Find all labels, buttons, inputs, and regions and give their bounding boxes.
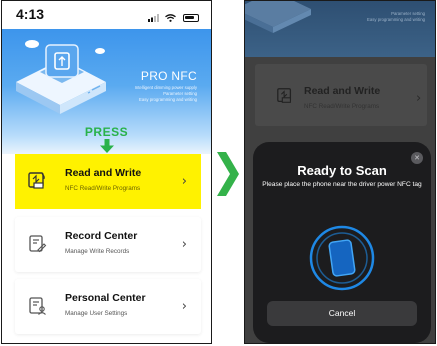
next-step-arrow-icon xyxy=(217,152,239,196)
menu-item-subtitle: Manage User Settings xyxy=(65,310,128,317)
right-phone-screen: Parameter setting Easy programming and w… xyxy=(244,0,436,344)
app-hero-banner: PRO NFC Intelligent dimming power supply… xyxy=(2,29,211,154)
wifi-icon xyxy=(164,13,176,22)
dimmed-menu-subtitle: NFC Read/Write Programs xyxy=(304,103,380,110)
hero-tagline-line: Intelligent dimming power supply xyxy=(134,85,197,90)
scan-sheet-message: Please place the phone near the driver p… xyxy=(262,181,422,188)
tutorial-composite: 4:13 PRO NFC Intelligent dimming power s… xyxy=(0,0,437,346)
chevron-right-icon: › xyxy=(416,91,422,106)
dimmed-menu-title: Read and Write xyxy=(304,85,381,97)
status-icons xyxy=(148,9,199,27)
nfc-device-illustration xyxy=(245,1,311,33)
hero-tagline-line: Easy programming and writing xyxy=(138,97,197,102)
app-title: PRO NFC xyxy=(140,69,197,83)
press-hint-label: PRESS xyxy=(84,125,129,139)
scan-sheet-title: Ready to Scan xyxy=(297,163,387,178)
menu-item-subtitle: Manage Write Records xyxy=(65,248,130,255)
chevron-right-icon: › xyxy=(181,174,187,189)
nfc-read-write-icon xyxy=(28,172,45,189)
chevron-right-icon: › xyxy=(181,299,187,314)
signal-icon xyxy=(148,13,160,22)
menu-item-subtitle: NFC Read/Write Programs xyxy=(65,185,141,192)
chevron-right-icon: › xyxy=(181,237,187,252)
left-phone-screen: 4:13 PRO NFC Intelligent dimming power s… xyxy=(1,0,212,344)
nfc-read-write-icon xyxy=(277,88,292,103)
hero-tagline-line: Easy programming and writing xyxy=(366,17,425,22)
menu-item-title: Personal Center xyxy=(65,292,146,304)
battery-icon xyxy=(183,13,199,22)
phone-scan-icon xyxy=(309,225,375,291)
menu-item-read-write[interactable]: Read and Write NFC Read/Write Programs › xyxy=(15,154,201,209)
menu-item-personal-center[interactable]: Personal Center Manage User Settings › xyxy=(15,279,201,334)
press-down-arrow-icon xyxy=(100,139,114,153)
user-document-icon xyxy=(29,297,46,315)
hero-tagline-line: Parameter setting xyxy=(391,11,425,16)
cancel-button[interactable]: Cancel xyxy=(267,301,417,326)
menu-item-record-center[interactable]: Record Center Manage Write Records › xyxy=(15,217,201,272)
status-time: 4:13 xyxy=(16,6,45,22)
menu-item-title: Record Center xyxy=(65,230,138,242)
nfc-scan-sheet: ✕ Ready to Scan Please place the phone n… xyxy=(253,142,431,343)
status-bar: 4:13 xyxy=(2,1,211,29)
record-edit-icon xyxy=(29,235,47,253)
menu-item-title: Read and Write xyxy=(65,167,142,179)
dimmed-hero-banner: Parameter setting Easy programming and w… xyxy=(245,1,435,57)
hero-tagline-line: Parameter setting xyxy=(163,91,197,96)
